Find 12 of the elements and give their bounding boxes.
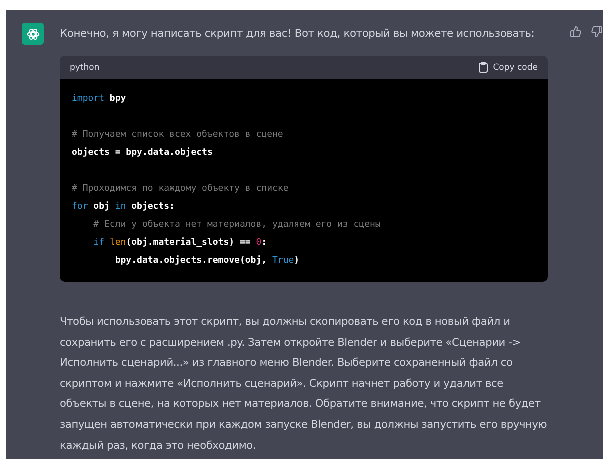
code-language: python: [70, 62, 100, 72]
copy-code-button[interactable]: Copy code: [479, 62, 538, 73]
code-line: # Получаем список всех объектов в сцене: [72, 129, 284, 142]
code-line: # Проходимся по каждому объекту в списке: [72, 183, 290, 196]
code-line: if len(obj.material_slots) == 0:: [92, 236, 268, 250]
assistant-message: Конечно, я могу написать скрипт для вас! Вот код, который вы можете использовать:: [60, 26, 535, 42]
code-line: for obj in objects:: [72, 200, 176, 214]
code-line: bpy.data.objects.remove(obj, True): [114, 254, 301, 268]
code-line: # Если у объекта нет материалов, удаляем его из сцены: [92, 219, 382, 232]
explanation-paragraph: Чтобы использовать этот скрипт, вы должны скопировать его код в новый файл и сохранить его с расширением .py. Затем откройте Blender и выберите «Сценарии -> Исполнить сценарий...» из главного меню Blender. Выберите сохраненный файл со скриптом и нажмите «Исполнить сценарий». Скрипт начнет работу и удалит все объекты в сцене, на которых нет материалов. Обратите внимание, что скрипт не будет запущен автоматически при каждом запуске Blender, вы должны запустить его вручную каждый раз, когда это необходимо.: [60, 315, 548, 454]
code-line: objects = bpy.data.objects: [72, 146, 214, 160]
code-line: import bpy: [72, 93, 128, 106]
